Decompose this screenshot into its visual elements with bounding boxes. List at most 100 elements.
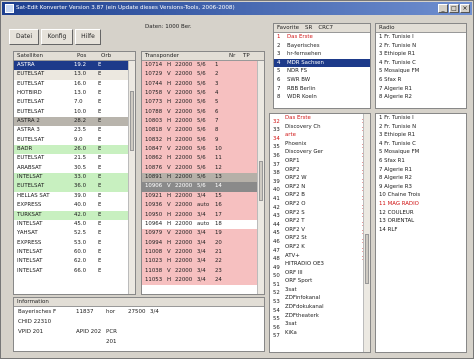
channel-item[interactable]: 57 KiKa <box>270 329 370 338</box>
channel-list-scrollbar[interactable] <box>363 114 370 352</box>
transponder-row[interactable]: 11053 H 22000 3/4 24 <box>142 275 264 286</box>
col-pos[interactable]: Pos <box>74 52 98 60</box>
transponder-row[interactable]: 10906 V 22000 5/6 14 <box>142 182 264 192</box>
transponder-row[interactable]: 10876 V 22000 5/6 12 <box>142 163 264 174</box>
favorite-item[interactable]: 3 hr-fernsehen <box>274 50 370 59</box>
satellite-row[interactable]: YAHSAT 52.5 E <box>14 229 135 238</box>
channel-item[interactable]: 54 ZDFdokukanal <box>270 303 370 312</box>
satellite-row[interactable]: EUTELSAT 10.0 E <box>14 108 135 117</box>
close-button[interactable]: × <box>460 4 470 13</box>
channel-item[interactable]: 34arte1 <box>270 131 370 140</box>
satellite-row[interactable]: EUTELSAT 7.0 E <box>14 98 135 107</box>
radio-favorite-item[interactable]: 6 Sfax R <box>376 76 466 85</box>
radio-favorite-item[interactable]: 3 Ethiopie R1 <box>376 50 466 59</box>
radio-item[interactable]: 8 Algerie R2 <box>376 174 466 183</box>
channel-item[interactable]: 36Discovery Ger1 <box>270 148 370 157</box>
col-orb[interactable]: Orb <box>98 52 114 60</box>
channel-item[interactable]: 44ORF2 T1 <box>270 217 370 226</box>
scrollbar-thumb[interactable] <box>130 91 134 151</box>
transponder-row[interactable]: 10818 V 22000 5/6 8 <box>142 126 264 136</box>
transponder-row[interactable]: 10729 V 22000 5/6 2 <box>142 70 264 80</box>
transponder-row[interactable]: 10788 V 22000 5/6 6 <box>142 107 264 118</box>
favorite-item[interactable]: 7 RBB Berlin <box>274 85 370 94</box>
satellite-row[interactable]: ASTRA 19.2 E <box>14 61 135 71</box>
satellite-row[interactable]: TURKSAT 42.0 E <box>14 210 135 220</box>
channel-item[interactable]: 51ORF Sport <box>270 277 370 286</box>
transponder-row[interactable]: 10891 H 22000 5/6 13 <box>142 173 264 183</box>
favorite-item[interactable]: 1 Das Erste <box>274 33 370 42</box>
channel-item[interactable]: 49 HITRADIO OE3 <box>270 260 370 269</box>
channel-item[interactable]: 45ORF2 V1 <box>270 226 370 235</box>
satellite-row[interactable]: ARABSAT 30.5 E <box>14 164 135 173</box>
favorite-list[interactable]: Favorite SR CRC7 1 Das Erste 2 Bayerisches 3… <box>273 23 371 109</box>
satellite-row[interactable]: INTELSAT 66.0 E <box>14 267 135 276</box>
satellite-row[interactable]: INTELSAT 60.0 E <box>14 248 135 257</box>
satellite-row[interactable]: EUTELSAT 13.0 E <box>14 70 135 80</box>
satellite-row[interactable]: EXPRESS 53.0 E <box>14 239 135 248</box>
radio-favorite-item[interactable]: 7 Algerie R1 <box>376 85 466 94</box>
transponder-row[interactable]: 10758 V 22000 5/6 4 <box>142 89 264 99</box>
transponder-row[interactable]: 10803 H 22000 5/6 7 <box>142 117 264 127</box>
radio-item[interactable]: 9 Algerie R3 <box>376 183 466 192</box>
satellite-row[interactable]: EUTELSAT 36.0 E <box>14 182 135 192</box>
transponder-row[interactable]: 10950 H 22000 3/4 17 <box>142 210 264 220</box>
col-favorite[interactable]: Favorite <box>274 24 302 32</box>
favorite-item[interactable]: 5 NDR FS <box>274 67 370 76</box>
channel-item[interactable]: 33Discovery Ch1 <box>270 123 370 132</box>
radio-favorite-item[interactable]: 1 Fr. Tunisie I <box>376 33 466 42</box>
channel-list[interactable]: 32Das Erste133Discovery Ch134arte135Phoe… <box>269 113 371 353</box>
transponder-list[interactable]: Transponder Nr TP 10714 H 22000 5/6 1 10729 V 2… <box>141 51 265 295</box>
channel-item[interactable]: 35Phoenix1 <box>270 140 370 149</box>
channel-item[interactable]: 523sat <box>270 286 370 295</box>
radio-favorite-item[interactable]: 2 Fr. Tunisie N <box>376 42 466 51</box>
col-tp[interactable]: TP <box>240 52 253 60</box>
radio-favorite-list[interactable]: Radio 1 Fr. Tunisie I2 Fr. Tunisie N3 Et… <box>375 23 467 109</box>
radio-item[interactable]: 10 Chaine Trois <box>376 191 466 200</box>
satellite-row[interactable]: EUTELSAT 21.5 E <box>14 154 135 163</box>
radio-item[interactable]: 2 Fr. Tunisie N <box>376 123 466 132</box>
radio-favorite-item[interactable]: 4 Fr. Tunisie C <box>376 59 466 68</box>
radio-list[interactable]: 1 Fr. Tunisie I2 Fr. Tunisie N3 Ethiopie… <box>375 113 467 353</box>
maximize-button[interactable]: □ <box>449 4 459 13</box>
radio-item[interactable]: 12 COULEUR <box>376 209 466 218</box>
satellite-row[interactable]: EUTELSAT 9.0 E <box>14 136 135 145</box>
radio-item[interactable]: 13 ORIENTAL <box>376 217 466 226</box>
transponder-row[interactable]: 10744 H 22000 5/6 3 <box>142 79 264 90</box>
transponder-row[interactable]: 10964 H 22000 auto 18 <box>142 219 264 230</box>
radio-item[interactable]: 14 RLF <box>376 226 466 235</box>
konfig-button[interactable]: Konfig <box>41 29 73 45</box>
transponder-row[interactable]: 10979 V 22000 3/4 19 <box>142 229 264 239</box>
transponder-row[interactable]: 10832 H 22000 5/6 9 <box>142 135 264 146</box>
radio-item[interactable]: 6 Sfax R1 <box>376 157 466 166</box>
transponder-row[interactable]: 11008 V 22000 3/4 21 <box>142 247 264 258</box>
radio-favorite-item[interactable]: 5 Mosaique FM <box>376 67 466 76</box>
channel-item[interactable]: 46ORF2 St1 <box>270 234 370 243</box>
favorite-item[interactable]: 8 WDR Koeln <box>274 93 370 102</box>
channel-item[interactable]: 55ZDFtheaterk <box>270 312 370 321</box>
transponder-row[interactable]: 10773 H 22000 5/6 5 <box>142 98 264 108</box>
channel-item[interactable]: 38ORF21 <box>270 166 370 175</box>
transponder-row[interactable]: 10714 H 22000 5/6 1 <box>142 61 264 71</box>
favorite-item[interactable]: 4 MDR Sachsen <box>274 58 370 68</box>
transponder-row[interactable]: 10862 H 22000 5/6 11 <box>142 154 264 164</box>
channel-item[interactable]: 41ORF2 B1 <box>270 191 370 200</box>
col-radio[interactable]: Radio <box>376 24 397 32</box>
col-transponder[interactable]: Transponder <box>142 52 226 60</box>
satellite-row[interactable]: ASTRA 3 23.5 E <box>14 126 135 135</box>
channel-item[interactable]: 42ORF2 O1 <box>270 200 370 209</box>
radio-item[interactable]: 3 Ethiopie R1 <box>376 131 466 140</box>
channel-item[interactable]: 43ORF2 S1 <box>270 209 370 218</box>
channel-item[interactable]: 39ORF2 W1 <box>270 174 370 183</box>
transponder-row[interactable]: 10994 H 22000 3/4 20 <box>142 238 264 248</box>
channel-item[interactable]: 53ZDFinfokanal <box>270 294 370 303</box>
transponder-row[interactable]: 11023 H 22000 3/4 22 <box>142 257 264 267</box>
favorite-item[interactable]: 2 Bayerisches <box>274 42 370 51</box>
transponder-row[interactable]: 10847 V 22000 5/6 10 <box>142 145 264 155</box>
radio-item[interactable]: 11 MAG RADIO <box>376 200 466 209</box>
scrollbar-thumb[interactable] <box>259 161 263 201</box>
channel-item[interactable]: 47ORF2 K1 <box>270 243 370 252</box>
satellite-row[interactable]: EUTELSAT 16.0 E <box>14 80 135 89</box>
satellite-row[interactable]: INTELSAT 45.0 E <box>14 220 135 229</box>
satellite-row[interactable]: INTELSAT 33.0 E <box>14 173 135 183</box>
satellite-row[interactable]: BADR 26.0 E <box>14 145 135 155</box>
